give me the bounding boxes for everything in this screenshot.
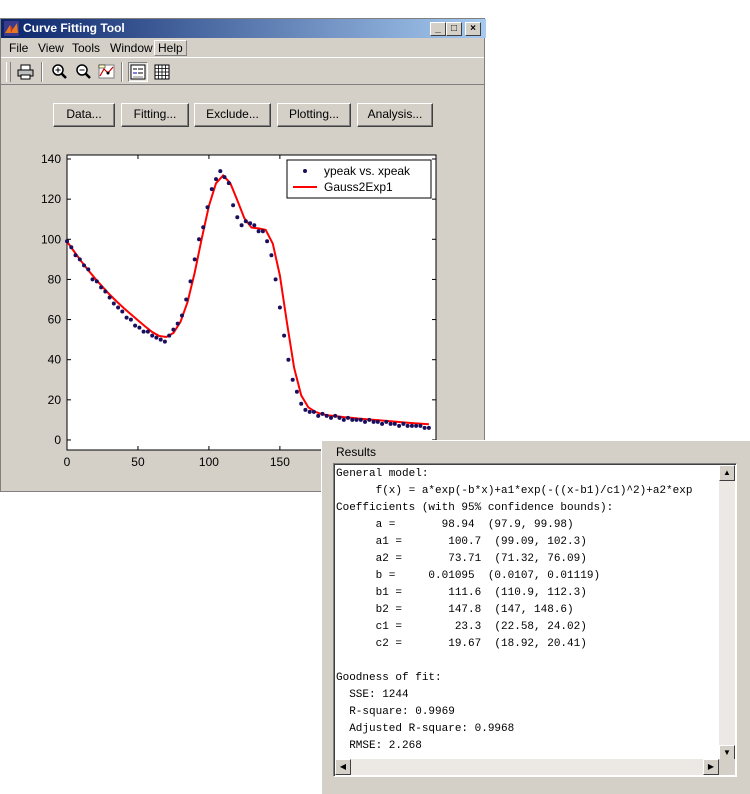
- results-line: General model:: [336, 468, 429, 480]
- minimize-button[interactable]: _: [430, 22, 446, 36]
- results-line: Coefficients (with 95% confidence bounds…: [336, 502, 614, 514]
- results-line: a2 = 73.71 (71.32, 76.09): [336, 553, 587, 565]
- toolbar: [1, 57, 484, 85]
- scroll-right-icon[interactable]: ▶: [703, 759, 719, 775]
- maximize-button[interactable]: □: [446, 22, 462, 36]
- toolbar-grip[interactable]: [6, 62, 11, 82]
- results-line: a1 = 100.7 (99.09, 102.3): [336, 536, 587, 548]
- legend-icon[interactable]: [128, 62, 148, 82]
- results-line: b2 = 147.8 (147, 148.6): [336, 604, 574, 616]
- zoom-out-icon[interactable]: [73, 62, 93, 82]
- results-line: [336, 653, 720, 670]
- matlab-logo-icon: [4, 21, 19, 36]
- data-button[interactable]: Data...: [53, 103, 115, 127]
- scrollbar-corner: [719, 759, 735, 775]
- exclude-button[interactable]: Exclude...: [194, 103, 271, 127]
- results-line: Goodness of fit:: [336, 672, 442, 684]
- results-line: a = 98.94 (97.9, 99.98): [336, 519, 574, 531]
- window-title: Curve Fitting Tool: [23, 21, 125, 35]
- curve-fitting-window: Curve Fitting Tool _ □ × File View Tools…: [0, 18, 486, 492]
- results-line: b = 0.01095 (0.0107, 0.01119): [336, 570, 601, 582]
- data-cursor-icon[interactable]: [97, 62, 117, 82]
- results-text: General model: f(x) = a*exp(-b*x)+a1*exp…: [336, 466, 720, 756]
- results-line: SSE: 1244: [336, 689, 409, 701]
- results-title: Results: [336, 445, 377, 459]
- menu-view[interactable]: View: [38, 41, 64, 55]
- results-textbox[interactable]: General model: f(x) = a*exp(-b*x)+a1*exp…: [333, 463, 737, 777]
- results-line: R-square: 0.9969: [336, 706, 455, 718]
- zoom-in-icon[interactable]: [49, 62, 69, 82]
- printer-icon[interactable]: [16, 62, 36, 82]
- vertical-scrollbar[interactable]: ▲ ▼: [719, 465, 735, 761]
- menu-window[interactable]: Window: [110, 41, 153, 55]
- results-line: RMSE: 2.268: [336, 740, 422, 752]
- menu-bar: File View Tools Window Help: [1, 39, 484, 57]
- results-line: c1 = 23.3 (22.58, 24.02): [336, 621, 587, 633]
- close-button[interactable]: ×: [465, 22, 481, 36]
- menu-tools[interactable]: Tools: [72, 41, 100, 55]
- scroll-up-icon[interactable]: ▲: [719, 465, 735, 481]
- results-line: f(x) = a*exp(-b*x)+a1*exp(-((x-b1)/c1)^2…: [336, 485, 693, 497]
- horizontal-scrollbar[interactable]: ◀ ▶: [335, 759, 719, 775]
- analysis-button[interactable]: Analysis...: [357, 103, 433, 127]
- results-panel: Results General model: f(x) = a*exp(-b*x…: [321, 440, 750, 794]
- results-line: b1 = 111.6 (110.9, 112.3): [336, 587, 587, 599]
- scroll-left-icon[interactable]: ◀: [335, 759, 351, 775]
- menu-help[interactable]: Help: [154, 40, 187, 56]
- grid-icon[interactable]: [152, 62, 172, 82]
- plotting-button[interactable]: Plotting...: [277, 103, 351, 127]
- results-line: Adjusted R-square: 0.9968: [336, 723, 515, 735]
- title-bar[interactable]: Curve Fitting Tool _ □ ×: [1, 19, 486, 38]
- fitting-button[interactable]: Fitting...: [121, 103, 189, 127]
- menu-file[interactable]: File: [9, 41, 28, 55]
- results-line: c2 = 19.67 (18.92, 20.41): [336, 638, 587, 650]
